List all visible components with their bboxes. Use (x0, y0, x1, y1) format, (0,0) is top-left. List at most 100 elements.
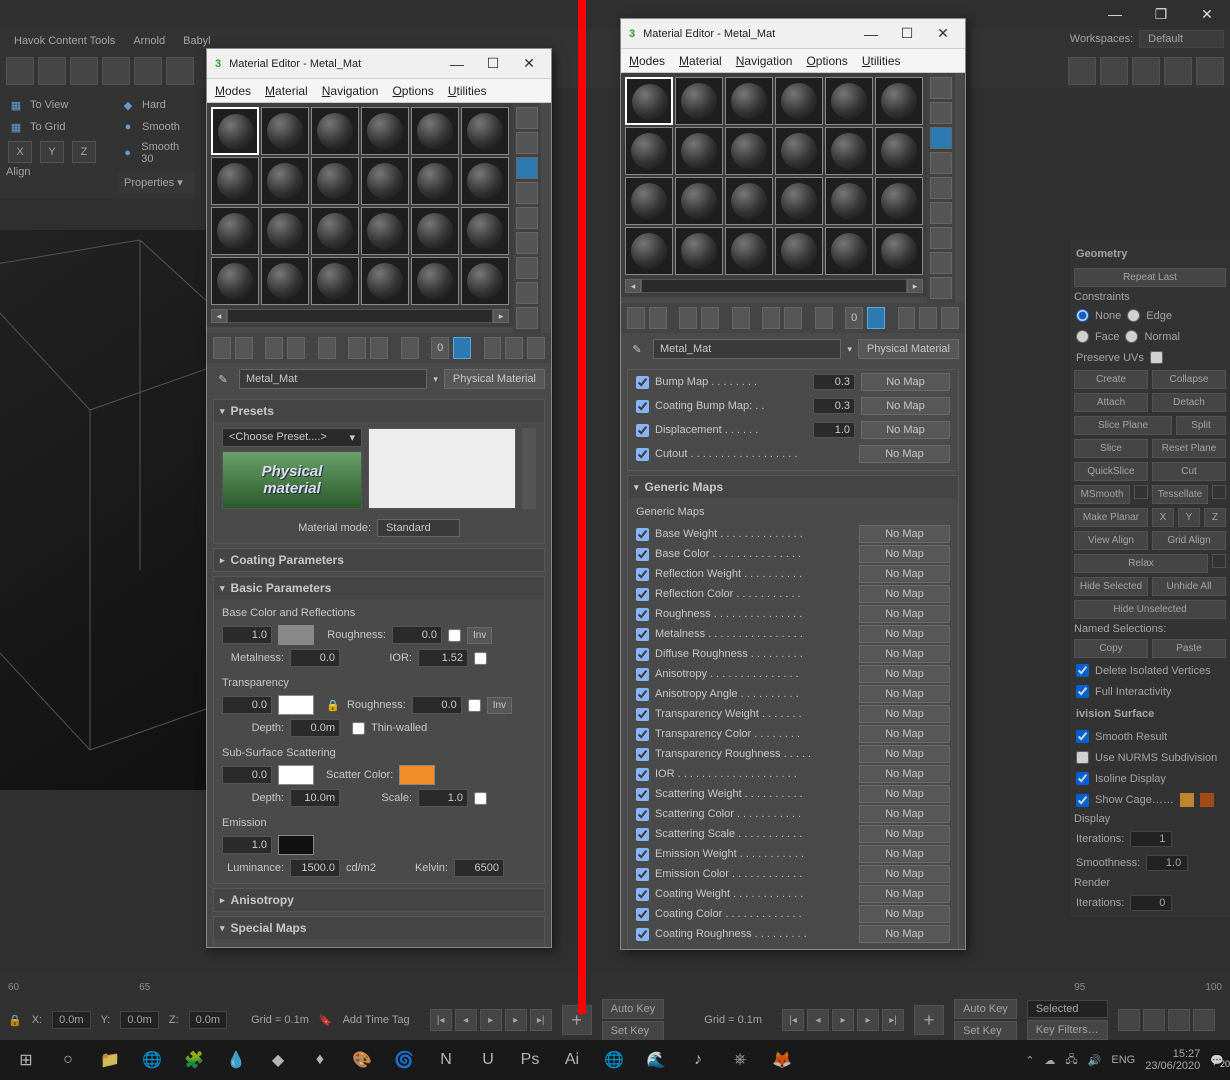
quickslice-button[interactable]: QuickSlice (1074, 462, 1148, 481)
ior-spinner[interactable] (418, 649, 468, 667)
matedit-max-button[interactable]: ☐ (893, 24, 921, 44)
luminance-spinner[interactable] (290, 859, 340, 877)
delete-iso-checkbox[interactable] (1076, 664, 1089, 677)
tray-notifications-icon[interactable]: 💬20 (1210, 1054, 1224, 1067)
next-frame-button[interactable]: ▸ (505, 1009, 527, 1031)
displacement-button[interactable]: No Map (861, 421, 950, 439)
taskbar-app-icon[interactable]: N (426, 1044, 466, 1076)
swatch-scroll-right-button[interactable]: ▸ (493, 309, 509, 323)
taskbar-app-icon[interactable]: 💧 (216, 1044, 256, 1076)
material-swatch[interactable] (725, 227, 773, 275)
matedit-min-button[interactable]: — (857, 24, 885, 44)
taskbar-app-icon[interactable]: 🌐 (594, 1044, 634, 1076)
matedit-close-button[interactable]: ✕ (515, 54, 543, 74)
taskbar-app-icon[interactable]: Ps (510, 1044, 550, 1076)
viewalign-button[interactable]: View Align (1074, 531, 1148, 550)
swatch-scrollbar[interactable] (641, 279, 907, 293)
genericmap-button[interactable]: No Map (859, 625, 950, 643)
z-field[interactable]: 0.0m (189, 1011, 227, 1029)
tray-network-icon[interactable]: 🖧 (1065, 1051, 1077, 1070)
relax-settings-button[interactable] (1212, 554, 1226, 568)
genericmap-button[interactable]: No Map (859, 885, 950, 903)
mat-tool-icon[interactable] (401, 337, 419, 359)
material-name-input[interactable] (653, 339, 841, 359)
mat-tool-icon[interactable] (919, 307, 937, 329)
matedit-menu-utilities[interactable]: Utilities (448, 84, 487, 98)
coatbump-spinner[interactable] (813, 398, 855, 414)
material-swatch[interactable] (875, 177, 923, 225)
material-swatch[interactable] (461, 157, 509, 205)
viewport[interactable] (0, 230, 210, 790)
material-swatch[interactable] (875, 227, 923, 275)
toolbar-icon[interactable] (1164, 57, 1192, 85)
anisotropy-rollout-header[interactable]: ▸Anisotropy (214, 889, 544, 911)
play-button[interactable]: ▸ (832, 1009, 854, 1031)
tray-chevron-icon[interactable]: ⌃ (1025, 1054, 1034, 1067)
baseweight-spinner[interactable] (222, 626, 272, 644)
window-close-button[interactable]: ✕ (1184, 0, 1230, 28)
axis-x-button[interactable]: X (8, 141, 32, 163)
toolbar-icon[interactable] (134, 57, 162, 85)
mat-tool-icon[interactable] (941, 307, 959, 329)
genericmap-button[interactable]: No Map (859, 545, 950, 563)
cutout-checkbox[interactable] (636, 448, 649, 461)
side-tool-icon[interactable] (516, 232, 538, 254)
preset-scrollbar[interactable] (522, 428, 536, 509)
displacement-checkbox[interactable] (636, 424, 649, 437)
genericmap-button[interactable]: No Map (859, 765, 950, 783)
material-swatch[interactable] (775, 127, 823, 175)
constraint-edge-radio[interactable] (1127, 309, 1140, 322)
addtimetag-button[interactable]: Add Time Tag (343, 1014, 410, 1026)
toolbar-icon[interactable] (1132, 57, 1160, 85)
taskbar-app-icon[interactable]: U (468, 1044, 508, 1076)
slice-button[interactable]: Slice (1074, 439, 1148, 458)
genericmap-button[interactable]: No Map (859, 685, 950, 703)
kelvin-spinner[interactable] (454, 859, 504, 877)
goto-start-button[interactable]: |◂ (430, 1009, 452, 1031)
material-swatch[interactable] (361, 107, 409, 155)
matedit-menu-material[interactable]: Material (679, 54, 722, 68)
side-tool-icon[interactable] (516, 132, 538, 154)
mat-tool-icon[interactable] (784, 307, 802, 329)
material-swatch[interactable] (725, 177, 773, 225)
iterations-spinner[interactable]: 1 (1130, 831, 1172, 847)
mat-tool-icon[interactable] (213, 337, 231, 359)
material-swatch[interactable] (775, 227, 823, 275)
material-swatch[interactable] (775, 77, 823, 125)
coatbump-checkbox[interactable] (636, 400, 649, 413)
taskbar-app-icon[interactable]: 🌀 (384, 1044, 424, 1076)
swatch-scroll-left-button[interactable]: ◂ (625, 279, 641, 293)
hideunselected-button[interactable]: Hide Unselected (1074, 600, 1226, 619)
genericmap-checkbox[interactable] (636, 828, 649, 841)
planar-z-button[interactable]: Z (1204, 508, 1226, 527)
genericmap-checkbox[interactable] (636, 628, 649, 641)
smooth-button[interactable]: Smooth (142, 121, 180, 133)
matedit-titlebar[interactable]: 3 Material Editor - Metal_Mat — ☐ ✕ (621, 19, 965, 49)
taskbar-app-icon[interactable]: 📁 (90, 1044, 130, 1076)
genericmap-button[interactable]: No Map (859, 745, 950, 763)
emission-color-swatch[interactable] (278, 835, 314, 855)
matedit-min-button[interactable]: — (443, 54, 471, 74)
mat-tool-icon[interactable] (627, 307, 645, 329)
basecolor-swatch[interactable] (278, 625, 314, 645)
mat-tool-icon[interactable] (867, 307, 885, 329)
material-swatch[interactable] (311, 207, 359, 255)
material-swatch[interactable] (461, 107, 509, 155)
to-view-button[interactable]: To View (30, 99, 68, 111)
smooth30-button[interactable]: Smooth 30 (141, 141, 192, 165)
matedit-titlebar[interactable]: 3 Material Editor - Metal_Mat — ☐ ✕ (207, 49, 551, 79)
side-tool-icon[interactable] (930, 152, 952, 174)
workspaces-dropdown[interactable]: Default (1139, 30, 1224, 48)
genericmap-button[interactable]: No Map (859, 905, 950, 923)
side-tool-icon[interactable] (930, 177, 952, 199)
prev-frame-button[interactable]: ◂ (455, 1009, 477, 1031)
genericmap-checkbox[interactable] (636, 688, 649, 701)
material-swatch[interactable] (725, 77, 773, 125)
nav-tool-icon[interactable] (1193, 1009, 1215, 1031)
material-swatch[interactable] (625, 127, 673, 175)
material-swatch[interactable] (411, 107, 459, 155)
toolbar-icon[interactable] (1196, 57, 1224, 85)
mat-tool-icon[interactable]: 0 (431, 337, 449, 359)
side-tool-icon[interactable] (930, 102, 952, 124)
presets-rollout-header[interactable]: ▾Presets (214, 400, 544, 422)
